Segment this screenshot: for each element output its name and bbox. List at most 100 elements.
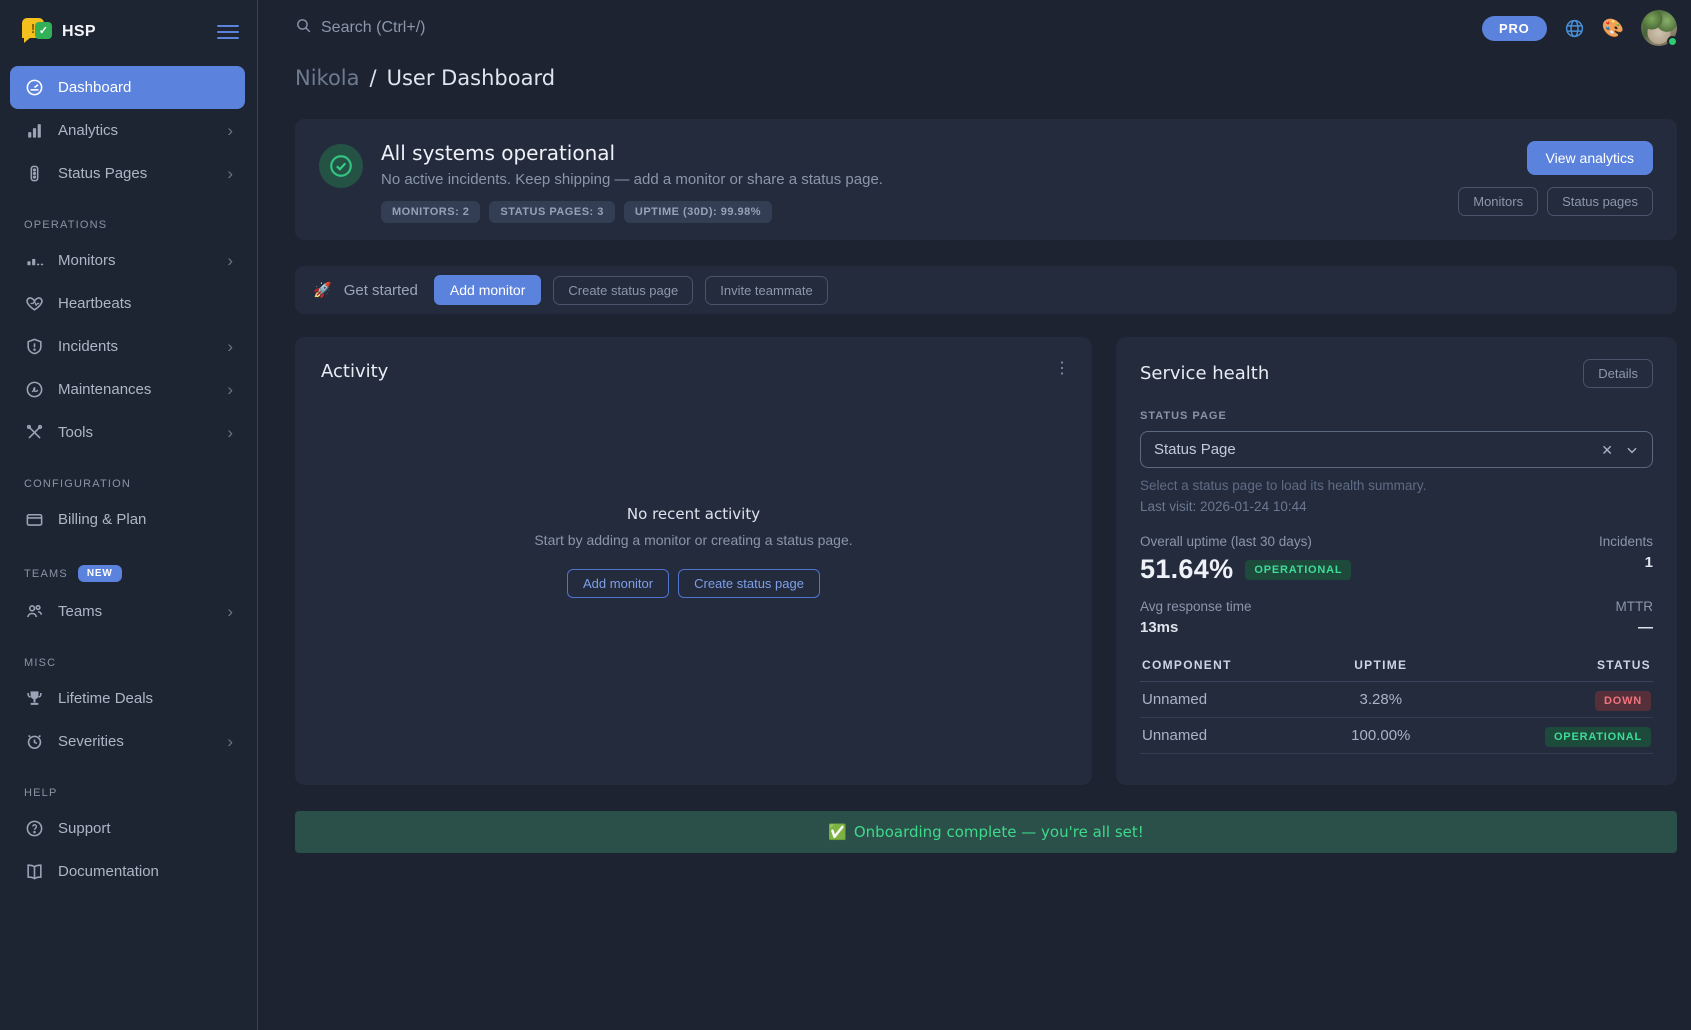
sidebar-header: ! ✓ HSP: [0, 0, 257, 64]
sidebar-item-incidents[interactable]: Incidents ›: [10, 325, 245, 368]
col-header-status: STATUS: [1442, 652, 1653, 682]
details-button[interactable]: Details: [1583, 359, 1653, 388]
sidebar-item-status-pages[interactable]: Status Pages ›: [10, 152, 245, 195]
sidebar-item-analytics[interactable]: Analytics ›: [10, 109, 245, 152]
empty-create-status-page-button[interactable]: Create status page: [678, 569, 820, 598]
search-bar[interactable]: [295, 17, 741, 39]
sidebar-item-lifetime-deals[interactable]: Lifetime Deals: [10, 677, 245, 720]
sidebar-item-label: Lifetime Deals: [58, 690, 233, 707]
sidebar-item-label: Teams: [58, 603, 213, 620]
sidebar-item-label: Status Pages: [58, 165, 213, 182]
breadcrumb-separator: /: [370, 66, 377, 90]
traffic-light-icon: [24, 164, 44, 184]
sidebar-section-configuration: CONFIGURATION: [24, 478, 241, 490]
sidebar-item-dashboard[interactable]: Dashboard: [10, 66, 245, 109]
sidebar-item-documentation[interactable]: Documentation: [10, 850, 245, 893]
invite-teammate-button[interactable]: Invite teammate: [705, 276, 828, 305]
component-name: Unnamed: [1140, 718, 1320, 754]
app-name: HSP: [62, 23, 96, 41]
breadcrumb: Nikola / User Dashboard: [295, 66, 1677, 90]
question-circle-icon: [24, 819, 44, 839]
avg-response-value: 13ms: [1140, 619, 1252, 636]
table-row: Unnamed 3.28% DOWN: [1140, 682, 1653, 718]
operational-status-badge: OPERATIONAL: [1545, 727, 1651, 747]
sidebar: ! ✓ HSP Dashboard Analytics › Status Pag…: [0, 0, 258, 1030]
sidebar-item-label: Maintenances: [58, 381, 213, 398]
chevron-right-icon: ›: [227, 424, 233, 441]
sidebar-item-teams[interactable]: Teams ›: [10, 590, 245, 633]
get-started-bar: 🚀 Get started Add monitor Create status …: [295, 266, 1677, 314]
page-title: User Dashboard: [387, 66, 555, 90]
hero-stats: MONITORS: 2 STATUS PAGES: 3 UPTIME (30D)…: [381, 201, 1440, 223]
user-avatar[interactable]: [1641, 10, 1677, 46]
check-emoji-icon: ✅: [828, 823, 847, 841]
search-input[interactable]: [321, 19, 741, 37]
avg-response-label: Avg response time: [1140, 599, 1252, 614]
hero-title: All systems operational: [381, 141, 1440, 165]
chevron-down-icon[interactable]: [1625, 443, 1639, 457]
hamburger-menu-icon[interactable]: [217, 25, 239, 39]
view-analytics-button[interactable]: View analytics: [1527, 141, 1653, 175]
sidebar-item-label: Billing & Plan: [58, 511, 233, 528]
sidebar-item-maintenances[interactable]: Maintenances ›: [10, 368, 245, 411]
sidebar-section-help: HELP: [24, 787, 241, 799]
activity-card: Activity ⋮ No recent activity Start by a…: [295, 337, 1092, 785]
gauge-icon: [24, 78, 44, 98]
breadcrumb-parent[interactable]: Nikola: [295, 66, 360, 90]
tools-icon: [24, 423, 44, 443]
status-hero-card: All systems operational No active incide…: [295, 119, 1677, 240]
uptime-label: Overall uptime (last 30 days): [1140, 534, 1351, 549]
incidents-label: Incidents: [1599, 534, 1653, 549]
sidebar-item-billing[interactable]: Billing & Plan: [10, 498, 245, 541]
chevron-right-icon: ›: [227, 122, 233, 139]
sidebar-item-severities[interactable]: Severities ›: [10, 720, 245, 763]
bar-chart-icon: [24, 121, 44, 141]
book-icon: [24, 862, 44, 882]
pro-badge[interactable]: PRO: [1482, 16, 1547, 41]
add-monitor-button[interactable]: Add monitor: [434, 275, 541, 305]
status-page-select[interactable]: Status Page ✕: [1140, 431, 1653, 468]
component-uptime: 3.28%: [1320, 682, 1441, 718]
mttr-value: —: [1616, 619, 1654, 636]
check-circle-icon: [319, 144, 363, 188]
empty-add-monitor-button[interactable]: Add monitor: [567, 569, 669, 598]
chevron-right-icon: ›: [227, 603, 233, 620]
credit-card-icon: [24, 510, 44, 530]
chevron-right-icon: ›: [227, 381, 233, 398]
sidebar-item-monitors[interactable]: Monitors ›: [10, 239, 245, 282]
component-name: Unnamed: [1140, 682, 1320, 718]
sidebar-item-support[interactable]: Support: [10, 807, 245, 850]
status-pages-button[interactable]: Status pages: [1547, 187, 1653, 216]
app-logo-icon: ! ✓: [22, 18, 52, 46]
col-header-uptime: UPTIME: [1320, 652, 1441, 682]
operational-status-badge: OPERATIONAL: [1245, 560, 1351, 580]
activity-empty-state: No recent activity Start by adding a mon…: [321, 342, 1066, 761]
globe-icon[interactable]: [1564, 18, 1585, 39]
status-pages-count-badge: STATUS PAGES: 3: [489, 201, 614, 223]
kebab-menu-icon[interactable]: ⋮: [1054, 361, 1070, 377]
sidebar-section-teams: TEAMS NEW: [24, 565, 241, 582]
get-started-label: Get started: [344, 282, 418, 299]
status-page-field-label: STATUS PAGE: [1140, 410, 1653, 422]
sidebar-item-label: Severities: [58, 733, 213, 750]
wrench-circle-icon: [24, 380, 44, 400]
clear-selection-icon[interactable]: ✕: [1601, 443, 1613, 457]
search-icon: [295, 17, 312, 39]
sidebar-item-label: Analytics: [58, 122, 213, 139]
chevron-right-icon: ›: [227, 733, 233, 750]
theme-palette-icon[interactable]: 🎨: [1602, 19, 1624, 37]
main-content: PRO 🎨 Nikola / User Dashboard All system…: [258, 0, 1691, 1030]
table-row: Unnamed 100.00% OPERATIONAL: [1140, 718, 1653, 754]
sidebar-item-tools[interactable]: Tools ›: [10, 411, 245, 454]
topbar-actions: PRO 🎨: [1482, 10, 1677, 46]
monitors-button[interactable]: Monitors: [1458, 187, 1538, 216]
trophy-icon: [24, 689, 44, 709]
sidebar-nav: Dashboard Analytics › Status Pages › OPE…: [0, 64, 257, 913]
hero-subtitle: No active incidents. Keep shipping — add…: [381, 171, 1440, 188]
monitor-bars-icon: [24, 251, 44, 271]
sidebar-item-label: Dashboard: [58, 79, 233, 96]
create-status-page-button[interactable]: Create status page: [553, 276, 693, 305]
monitors-count-badge: MONITORS: 2: [381, 201, 480, 223]
incidents-value: 1: [1599, 554, 1653, 571]
sidebar-item-heartbeats[interactable]: Heartbeats: [10, 282, 245, 325]
